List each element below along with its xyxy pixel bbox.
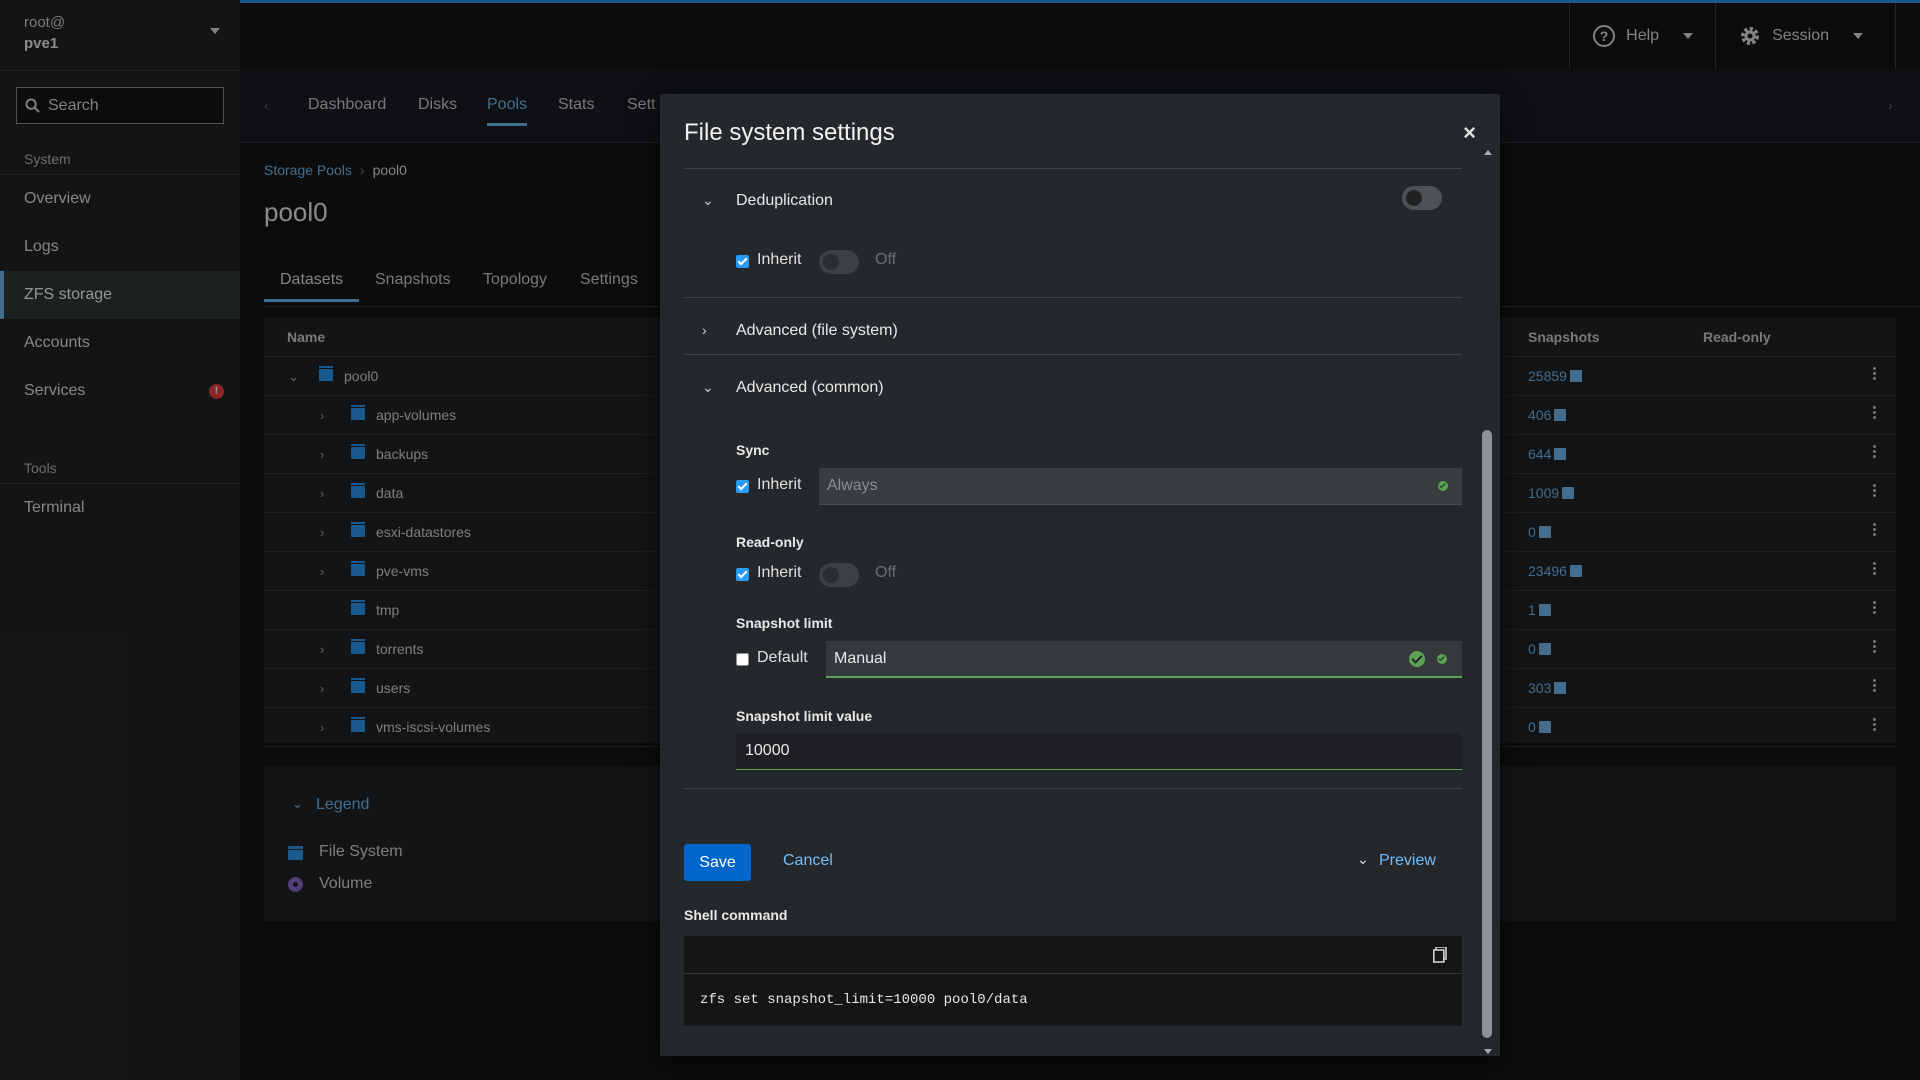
snapshot-limit-select[interactable]: Manual — [826, 641, 1462, 678]
readonly-label: Read-only — [736, 534, 804, 550]
advanced-common-label: Advanced (common) — [736, 379, 884, 396]
divider — [684, 297, 1462, 298]
snapshot-limit-value-label: Snapshot limit value — [736, 708, 873, 724]
check-circle-icon — [1437, 654, 1447, 664]
sync-value: Always — [827, 477, 878, 494]
sync-inherit-checkbox[interactable] — [736, 480, 749, 493]
dedup-section-toggle[interactable]: ⌄ Deduplication — [684, 190, 1462, 216]
advanced-fs-label: Advanced (file system) — [736, 322, 898, 339]
divider — [684, 788, 1462, 789]
readonly-value-switch — [819, 563, 859, 587]
modal-title: File system settings — [684, 119, 895, 146]
chevron-down-icon: ⌄ — [702, 379, 714, 395]
check-circle-icon — [1409, 651, 1425, 667]
scrollbar-thumb[interactable] — [1482, 430, 1492, 1038]
file-system-settings-modal: File system settings × ⌄ Deduplication I… — [660, 94, 1500, 1056]
check-circle-icon — [1438, 481, 1448, 491]
dedup-inherit-label: Inherit — [757, 251, 802, 268]
sync-inherit-label: Inherit — [757, 476, 802, 493]
code-toolbar — [684, 936, 1462, 974]
chevron-right-icon: › — [702, 322, 707, 338]
scroll-down-icon[interactable] — [1484, 1049, 1492, 1054]
copy-icon[interactable] — [1433, 947, 1447, 963]
scrollbar[interactable] — [1482, 150, 1492, 1054]
close-icon[interactable]: × — [1463, 122, 1476, 144]
shell-command-label: Shell command — [684, 907, 788, 923]
snapshot-limit-label: Snapshot limit — [736, 615, 833, 631]
preview-label: Preview — [1379, 852, 1436, 869]
advanced-common-section-toggle[interactable]: ⌄ Advanced (common) — [684, 377, 1462, 403]
divider — [684, 354, 1462, 355]
snapshot-limit-value-text: 10000 — [745, 742, 790, 759]
dedup-value: Off — [875, 251, 897, 268]
sync-select: Always — [819, 468, 1462, 505]
snapshot-limit-default-checkbox[interactable] — [736, 653, 749, 666]
readonly-inherit-label: Inherit — [757, 564, 802, 581]
readonly-inherit-checkbox[interactable] — [736, 568, 749, 581]
snapshot-limit-value: Manual — [834, 650, 887, 667]
dedup-value-switch — [819, 250, 859, 274]
dedup-inherit-checkbox[interactable] — [736, 255, 749, 268]
shell-command-text: zfs set snapshot_limit=10000 pool0/data — [700, 992, 1028, 1008]
chevron-down-icon: ⌄ — [1357, 851, 1369, 867]
snapshot-limit-default-label: Default — [757, 649, 808, 666]
shell-command-box: zfs set snapshot_limit=10000 pool0/data — [684, 936, 1462, 1026]
snapshot-limit-value-input[interactable]: 10000 — [736, 733, 1462, 770]
readonly-value: Off — [875, 564, 897, 581]
dedup-label: Deduplication — [736, 192, 833, 209]
dedup-switch[interactable] — [1402, 186, 1442, 210]
save-button[interactable]: Save — [684, 844, 751, 881]
divider — [684, 168, 1462, 169]
sync-label: Sync — [736, 442, 770, 458]
cancel-button[interactable]: Cancel — [783, 852, 833, 870]
chevron-down-icon: ⌄ — [702, 192, 714, 208]
preview-toggle[interactable]: ⌄ Preview — [1357, 851, 1462, 875]
advanced-fs-section-toggle[interactable]: › Advanced (file system) — [684, 320, 1462, 346]
scroll-up-icon[interactable] — [1484, 150, 1492, 155]
modal-body: ⌄ Deduplication Inherit Off › Advanced (… — [684, 168, 1462, 1056]
